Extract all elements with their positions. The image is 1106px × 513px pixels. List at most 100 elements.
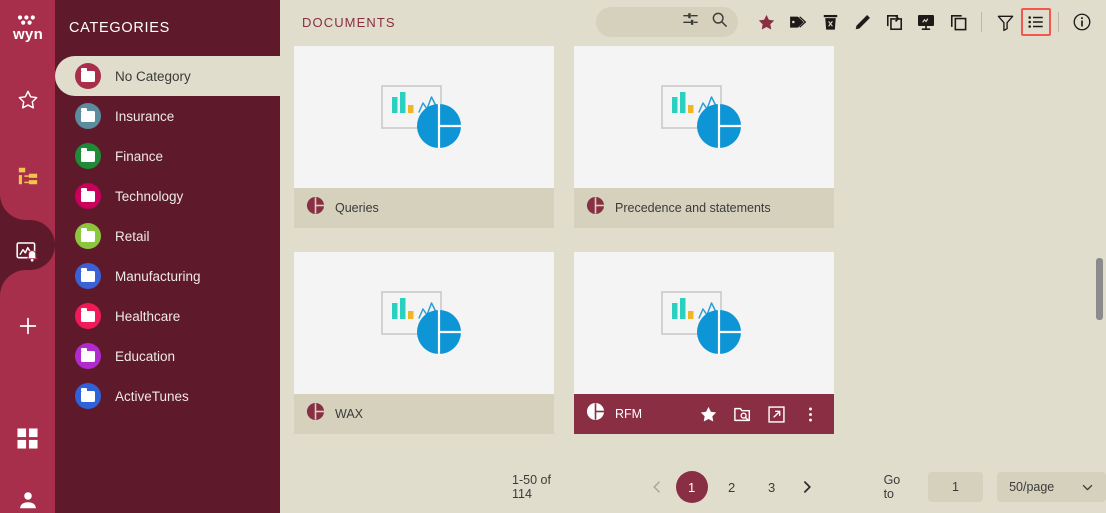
sidebar-item-label: Education <box>115 348 176 364</box>
page-number-list: 123 <box>672 471 792 503</box>
sidebar-item-retail[interactable]: Retail <box>55 216 280 256</box>
prev-page-button[interactable] <box>642 472 672 502</box>
next-page-button[interactable] <box>792 472 822 502</box>
document-card[interactable]: WAX <box>294 252 554 434</box>
copy-button[interactable] <box>942 6 974 38</box>
pagination-range: 1-50 of 114 <box>512 473 551 501</box>
sidebar-item-label: Finance <box>115 148 164 164</box>
dashboard-chart-thumb <box>661 291 741 354</box>
rail-item-account[interactable] <box>0 475 55 513</box>
tag-icon <box>790 16 807 28</box>
document-name: RFM <box>615 407 643 421</box>
pagination-nav: 123 <box>642 471 822 503</box>
list-view-button[interactable] <box>1021 8 1051 36</box>
documents-grid: Queries Precedence and statements WAX RFM <box>294 46 1106 456</box>
page-size-select[interactable]: 50/page <box>997 472 1106 502</box>
categories-list: No Category Insurance Finance Technology Ret… <box>55 56 280 416</box>
goto-label: Go to <box>883 473 901 501</box>
sidebar-item-label: Healthcare <box>115 308 181 324</box>
rail-item-monitoring[interactable] <box>0 227 55 277</box>
sidebar-item-no-category[interactable]: No Category <box>55 56 280 96</box>
content-scrollbar-track[interactable] <box>1095 46 1103 456</box>
sidebar-item-education[interactable]: Education <box>55 336 280 376</box>
grid-apps-icon <box>17 427 38 449</box>
content-scrollbar-thumb[interactable] <box>1096 258 1103 320</box>
document-thumbnail <box>574 252 834 394</box>
search-input[interactable] <box>609 7 760 37</box>
star-outline-icon <box>18 90 37 109</box>
dashboard-chart-thumb <box>381 85 461 148</box>
copy-icon <box>950 14 966 30</box>
dashboard-chart-thumb <box>661 85 741 148</box>
star-filled-icon <box>758 14 774 30</box>
present-button[interactable] <box>910 6 942 38</box>
sidebar-item-manufacturing[interactable]: Manufacturing <box>55 256 280 296</box>
search-bar[interactable] <box>595 7 760 37</box>
folder-icon <box>75 343 101 369</box>
toolbar-actions <box>750 6 1098 38</box>
sidebar-item-label: Manufacturing <box>115 268 201 284</box>
document-card[interactable]: RFM <box>574 252 834 434</box>
favorite-button[interactable] <box>750 6 782 38</box>
rail-item-create[interactable] <box>0 301 55 351</box>
page-number-1[interactable]: 1 <box>675 471 708 503</box>
tag-button[interactable] <box>782 6 814 38</box>
goto-page-field[interactable] <box>927 472 984 502</box>
categories-panel: CATEGORIES No Category Insurance Finance Te… <box>55 0 280 513</box>
rail-items <box>0 75 55 513</box>
plus-icon <box>19 317 36 335</box>
document-type-icon <box>586 196 605 220</box>
info-button[interactable] <box>1066 6 1098 38</box>
sidebar-item-activetunes[interactable]: ActiveTunes <box>55 376 280 416</box>
document-badge-icon <box>586 196 605 215</box>
page-number-3[interactable]: 3 <box>756 471 788 503</box>
folder-icon <box>75 223 101 249</box>
sidebar-item-healthcare[interactable]: Healthcare <box>55 296 280 336</box>
card-favorite-action[interactable] <box>698 404 718 424</box>
filter-button[interactable] <box>989 6 1021 38</box>
document-card-footer: WAX <box>294 394 554 434</box>
sidebar-item-finance[interactable]: Finance <box>55 136 280 176</box>
page-title: DOCUMENTS <box>302 14 396 30</box>
wyn-logo[interactable]: wyn <box>0 0 55 57</box>
move-button[interactable] <box>878 6 910 38</box>
delete-button[interactable] <box>814 6 846 38</box>
rail-item-categories[interactable] <box>0 151 55 201</box>
list-view-icon <box>1028 16 1043 28</box>
trash-icon <box>823 14 837 30</box>
folder-icon <box>75 63 101 89</box>
document-card-footer: Queries <box>294 188 554 228</box>
document-type-icon <box>586 402 605 426</box>
document-card[interactable]: Precedence and statements <box>574 46 834 228</box>
page-number-2[interactable]: 2 <box>716 471 748 503</box>
main-content: DOCUMENTS Queries Precedence and stateme… <box>280 0 1106 513</box>
sidebar-item-technology[interactable]: Technology <box>55 176 280 216</box>
pencil-icon <box>855 14 870 29</box>
document-thumbnail <box>294 46 554 188</box>
sidebar-item-label: No Category <box>115 68 191 84</box>
folder-icon <box>75 183 101 209</box>
svg-text:wyn: wyn <box>11 26 42 43</box>
document-thumbnail <box>574 46 834 188</box>
chevron-left-icon <box>653 481 660 493</box>
card-more-action[interactable] <box>800 404 820 424</box>
rail-item-favorites[interactable] <box>0 75 55 125</box>
document-name: Precedence and statements <box>615 201 771 215</box>
sidebar-item-insurance[interactable]: Insurance <box>55 96 280 136</box>
category-tree-icon <box>18 167 37 185</box>
goto-page-input[interactable] <box>927 472 984 502</box>
rename-button[interactable] <box>846 6 878 38</box>
document-name: WAX <box>335 407 364 421</box>
document-card-footer: RFM <box>574 394 834 434</box>
chart-alert-icon <box>15 242 38 262</box>
categories-title: CATEGORIES <box>69 20 170 36</box>
document-type-icon <box>306 196 325 220</box>
rail-item-apps[interactable] <box>0 413 55 463</box>
card-preview-action[interactable] <box>732 404 752 424</box>
left-icon-rail: wyn <box>0 0 55 513</box>
card-hover-actions <box>698 404 834 424</box>
document-card[interactable]: Queries <box>294 46 554 228</box>
folder-icon <box>75 103 101 129</box>
chevron-right-icon <box>803 481 811 493</box>
card-open-action[interactable] <box>766 404 786 424</box>
